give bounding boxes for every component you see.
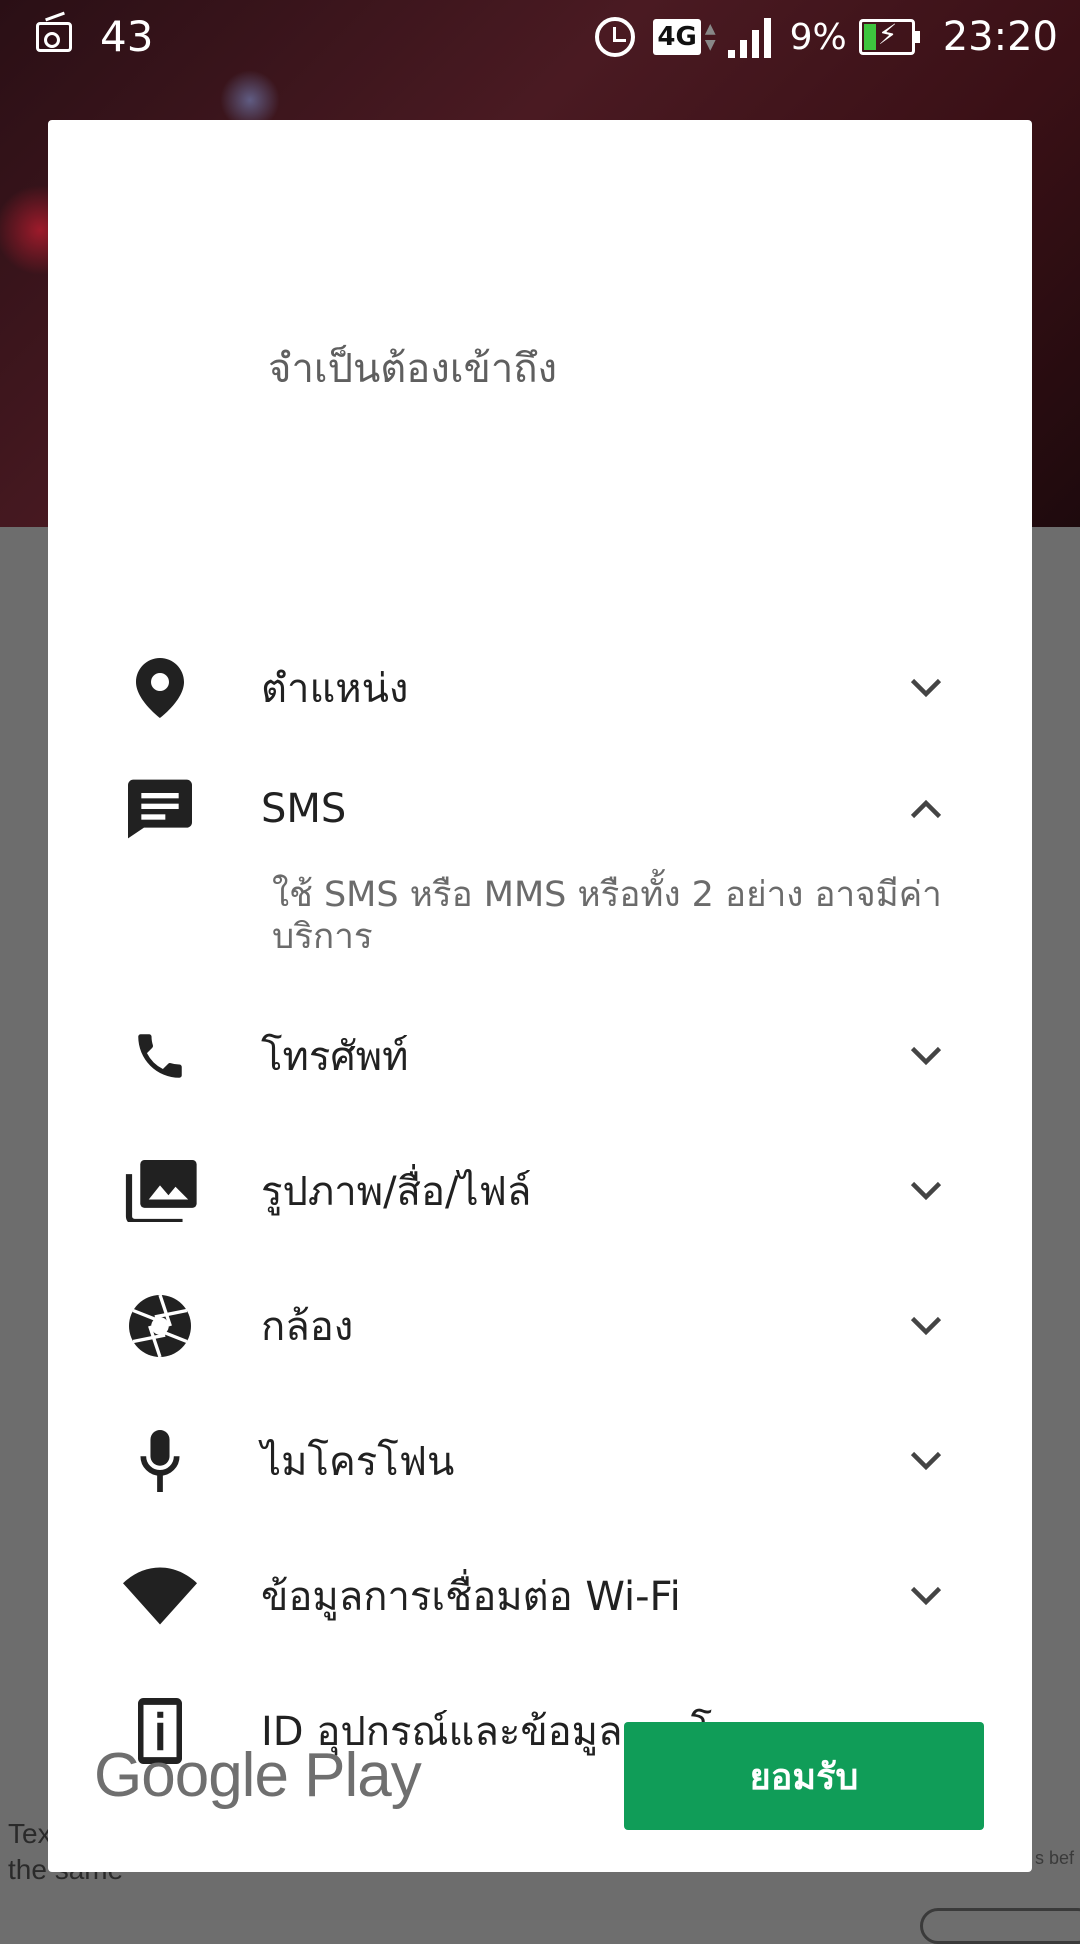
battery-percent: 9% (789, 16, 847, 58)
data-activity-icon: ▲ ▼ (704, 21, 716, 53)
message-icon (120, 777, 200, 841)
google-play-logo: Google Play (94, 1741, 422, 1810)
permission-label: กล้อง (261, 1304, 354, 1350)
permission-label: SMS (261, 786, 347, 832)
permission-wifi-info[interactable]: ข้อมูลการเชื่อมต่อ Wi-Fi (48, 1548, 1032, 1644)
battery-charging-icon: ⚡ (858, 18, 920, 55)
permissions-dialog: จำเป็นต้องเข้าถึง ตำแหน่ง SMS ใช้ SMS หร… (48, 120, 1032, 1872)
permission-sms[interactable]: SMS (48, 761, 1032, 857)
dialog-title: จำเป็นต้องเข้าถึง (268, 346, 558, 392)
notification-count: 43 (100, 12, 154, 61)
permission-camera[interactable]: กล้อง (48, 1278, 1032, 1374)
permission-microphone[interactable]: ไมโครโฟน (48, 1413, 1032, 1509)
permission-phone[interactable]: โทรศัพท์ (48, 1008, 1032, 1104)
permission-label: รูปภาพ/สื่อ/ไฟล์ (261, 1169, 532, 1215)
chevron-down-icon[interactable] (908, 1173, 944, 1209)
photo-library-icon (120, 1159, 200, 1223)
microphone-icon (120, 1429, 200, 1493)
wifi-icon (120, 1564, 200, 1628)
chevron-up-icon[interactable] (908, 791, 944, 827)
phone-icon (120, 1024, 200, 1088)
radio-icon (36, 22, 72, 52)
status-bar: 43 4G ▲ ▼ 9% ⚡ 23:20 (0, 0, 1080, 74)
status-bar-right: 4G ▲ ▼ 9% ⚡ 23:20 (595, 10, 1058, 64)
permission-label: โทรศัพท์ (261, 1034, 409, 1080)
camera-aperture-icon (120, 1294, 200, 1358)
accept-button[interactable]: ยอมรับ (624, 1722, 984, 1830)
status-bar-left: 43 (36, 12, 153, 62)
location-pin-icon (120, 656, 200, 720)
alarm-icon (595, 17, 636, 57)
background-button-outline (920, 1908, 1080, 1944)
clock: 23:20 (942, 14, 1058, 60)
permission-label: ตำแหน่ง (261, 666, 409, 712)
chevron-down-icon[interactable] (908, 670, 944, 706)
sms-permission-description: ใช้ SMS หรือ MMS หรือทั้ง 2 อย่าง อาจมีค… (272, 875, 942, 957)
chevron-down-icon[interactable] (908, 1038, 944, 1074)
permission-label: ไมโครโฟน (261, 1439, 455, 1485)
permission-location[interactable]: ตำแหน่ง (48, 640, 1032, 736)
permission-label: ข้อมูลการเชื่อมต่อ Wi-Fi (261, 1574, 681, 1620)
chevron-down-icon[interactable] (908, 1578, 944, 1614)
chevron-down-icon[interactable] (908, 1443, 944, 1479)
chevron-down-icon[interactable] (908, 1308, 944, 1344)
signal-strength-icon (727, 16, 776, 58)
background-text-right: s bef (1034, 1848, 1074, 1868)
permission-photos-media-files[interactable]: รูปภาพ/สื่อ/ไฟล์ (48, 1143, 1032, 1239)
network-type-badge: 4G (653, 19, 701, 55)
